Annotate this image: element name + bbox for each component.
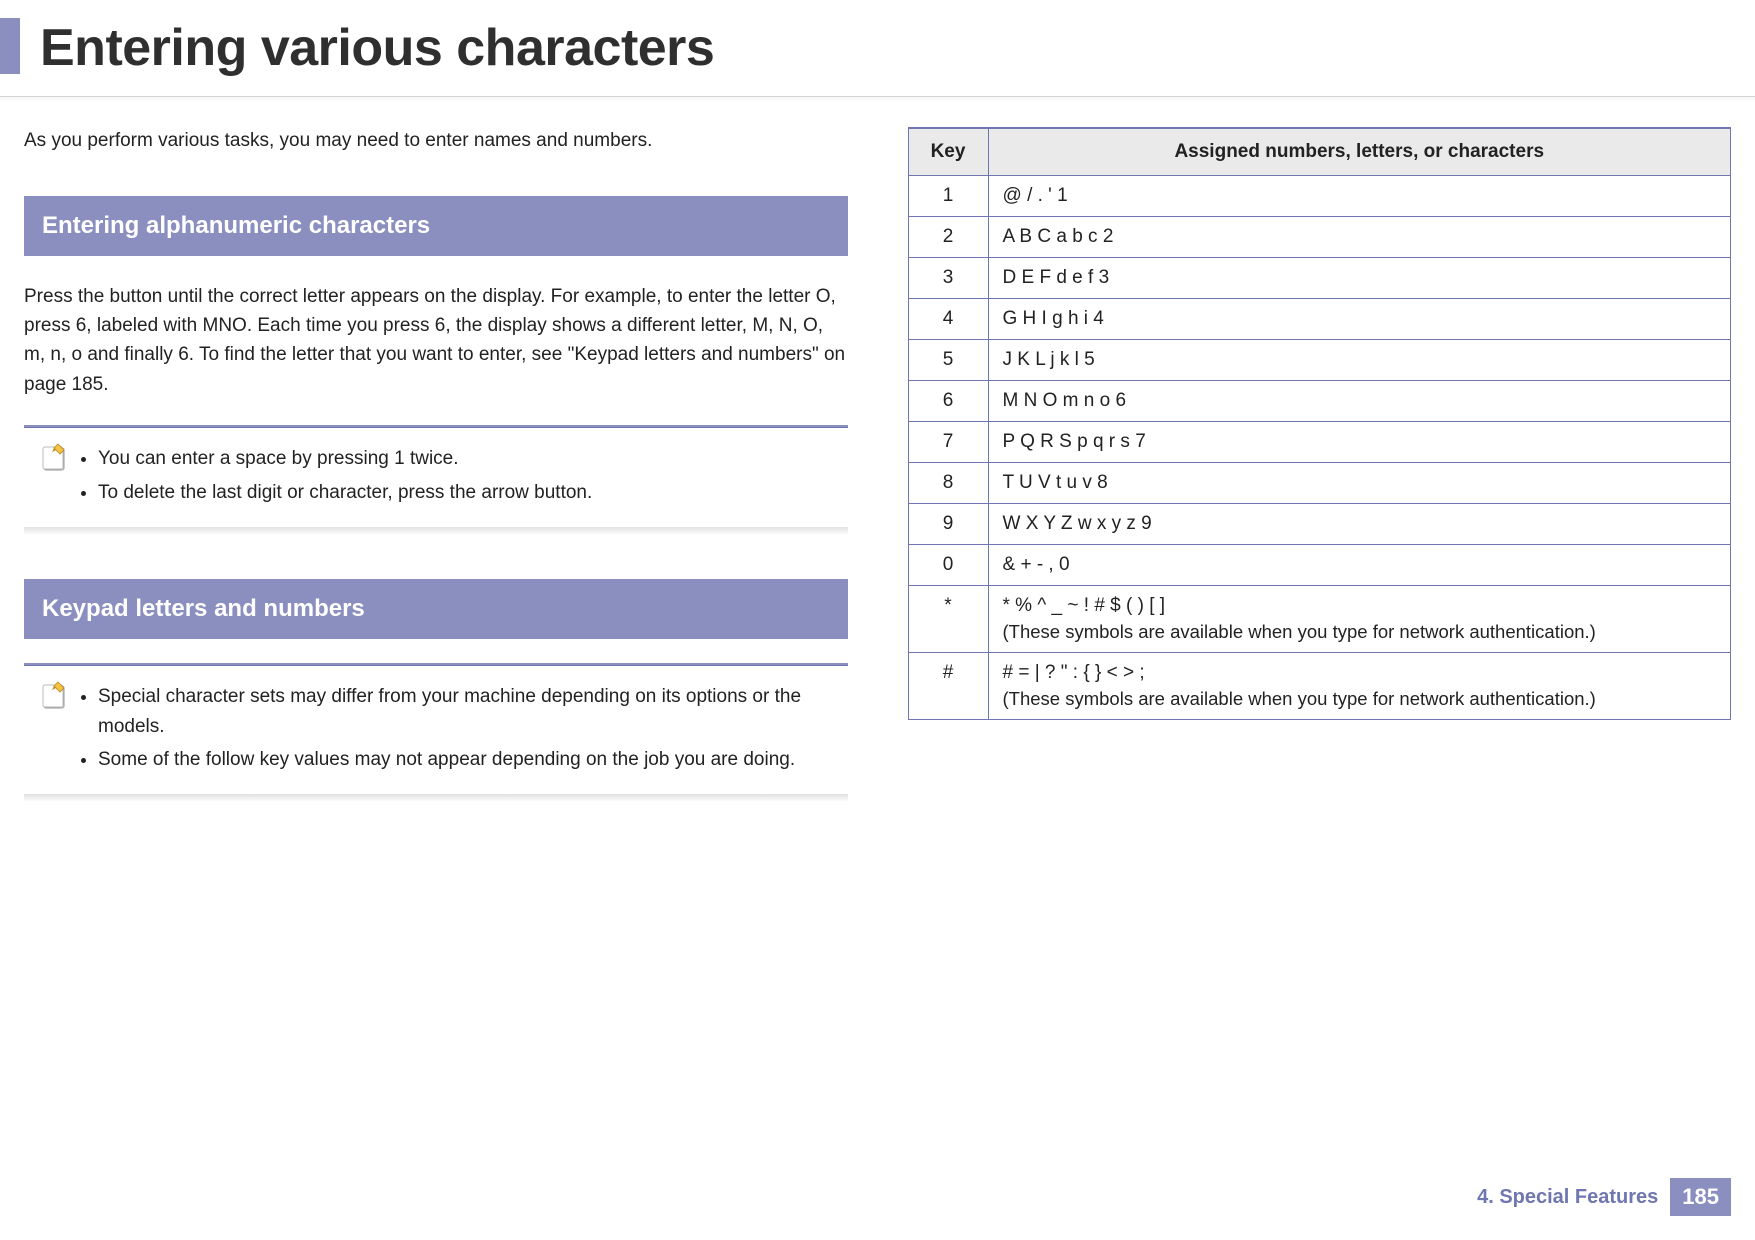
table-cell-chars: M N O m n o 6 <box>988 381 1731 422</box>
footer-chapter: 4. Special Features <box>1477 1186 1658 1209</box>
table-cell-chars-main: @ / . ' 1 <box>1003 185 1717 207</box>
note-2-list: Special character sets may differ from y… <box>88 682 830 774</box>
table-cell-chars: D E F d e f 3 <box>988 258 1731 299</box>
note-1-list: You can enter a space by pressing 1 twic… <box>88 444 830 507</box>
table-cell-chars: G H I g h i 4 <box>988 299 1731 340</box>
note-1-item: To delete the last digit or character, p… <box>98 478 830 507</box>
table-cell-chars: @ / . ' 1 <box>988 176 1731 217</box>
table-header-chars: Assigned numbers, letters, or characters <box>988 128 1731 176</box>
note-box-2: Special character sets may differ from y… <box>24 665 848 802</box>
table-cell-chars-main: M N O m n o 6 <box>1003 390 1717 412</box>
page-header: Entering various characters <box>0 0 1755 97</box>
section-heading-alphanumeric: Entering alphanumeric characters <box>24 196 848 256</box>
table-cell-chars-main: & + - , 0 <box>1003 554 1717 576</box>
table-cell-chars: A B C a b c 2 <box>988 217 1731 258</box>
table-cell-key: 2 <box>908 217 988 258</box>
table-cell-key: 6 <box>908 381 988 422</box>
right-column: Key Assigned numbers, letters, or charac… <box>908 127 1732 846</box>
table-row: 3 D E F d e f 3 <box>908 258 1731 299</box>
table-cell-chars: P Q R S p q r s 7 <box>988 422 1731 463</box>
note-box-1: You can enter a space by pressing 1 twic… <box>24 427 848 535</box>
table-row: 5 J K L j k l 5 <box>908 340 1731 381</box>
table-row: 9 W X Y Z w x y z 9 <box>908 504 1731 545</box>
table-row: 0 & + - , 0 <box>908 545 1731 586</box>
table-cell-key: 5 <box>908 340 988 381</box>
table-cell-key: # <box>908 653 988 720</box>
content-area: As you perform various tasks, you may ne… <box>0 97 1755 846</box>
table-cell-key: 4 <box>908 299 988 340</box>
table-cell-chars-main: A B C a b c 2 <box>1003 226 1717 248</box>
table-cell-key: 7 <box>908 422 988 463</box>
table-row: 2 A B C a b c 2 <box>908 217 1731 258</box>
page-title: Entering various characters <box>40 18 1755 78</box>
table-row: 1 @ / . ' 1 <box>908 176 1731 217</box>
header-accent-bar <box>0 18 20 74</box>
intro-text: As you perform various tasks, you may ne… <box>24 127 848 156</box>
footer-page-number: 185 <box>1670 1178 1731 1216</box>
table-row: * * % ^ _ ~ ! # $ ( ) [ ] (These symbols a… <box>908 586 1731 653</box>
note-icon <box>40 442 70 472</box>
table-row: 4 G H I g h i 4 <box>908 299 1731 340</box>
table-cell-chars: # = | ? " : { } < > ; (These symbols are … <box>988 653 1731 720</box>
table-cell-key: * <box>908 586 988 653</box>
section1-paragraph: Press the button until the correct lette… <box>24 282 848 400</box>
table-cell-key: 9 <box>908 504 988 545</box>
keypad-table: Key Assigned numbers, letters, or charac… <box>908 127 1732 720</box>
table-cell-chars-main: J K L j k l 5 <box>1003 349 1717 371</box>
table-header-row: Key Assigned numbers, letters, or charac… <box>908 128 1731 176</box>
table-cell-chars-main: G H I g h i 4 <box>1003 308 1717 330</box>
table-cell-chars-sub: (These symbols are available when you ty… <box>1003 688 1717 710</box>
table-header-key: Key <box>908 128 988 176</box>
table-cell-chars: & + - , 0 <box>988 545 1731 586</box>
table-cell-chars: * % ^ _ ~ ! # $ ( ) [ ] (These symbols ar… <box>988 586 1731 653</box>
table-cell-key: 8 <box>908 463 988 504</box>
left-column: As you perform various tasks, you may ne… <box>24 127 848 846</box>
table-cell-chars-main: P Q R S p q r s 7 <box>1003 431 1717 453</box>
table-cell-chars-main: D E F d e f 3 <box>1003 267 1717 289</box>
table-row: 8 T U V t u v 8 <box>908 463 1731 504</box>
page-footer: 4. Special Features 185 <box>1477 1178 1731 1216</box>
table-cell-chars: W X Y Z w x y z 9 <box>988 504 1731 545</box>
table-cell-chars-sub: (These symbols are available when you ty… <box>1003 621 1717 643</box>
table-cell-chars: J K L j k l 5 <box>988 340 1731 381</box>
note-icon <box>40 680 70 710</box>
section-heading-keypad: Keypad letters and numbers <box>24 579 848 639</box>
note-2-item: Some of the follow key values may not ap… <box>98 745 830 774</box>
table-cell-chars-main: T U V t u v 8 <box>1003 472 1717 494</box>
note-1-item: You can enter a space by pressing 1 twic… <box>98 444 830 473</box>
table-row: 6 M N O m n o 6 <box>908 381 1731 422</box>
table-cell-key: 1 <box>908 176 988 217</box>
table-cell-key: 3 <box>908 258 988 299</box>
table-cell-chars-main: * % ^ _ ~ ! # $ ( ) [ ] <box>1003 595 1717 617</box>
table-row: # # = | ? " : { } < > ; (These symbols are… <box>908 653 1731 720</box>
table-cell-chars-main: # = | ? " : { } < > ; <box>1003 662 1717 684</box>
note-2-item: Special character sets may differ from y… <box>98 682 830 741</box>
table-cell-key: 0 <box>908 545 988 586</box>
table-cell-chars-main: W X Y Z w x y z 9 <box>1003 513 1717 535</box>
table-cell-chars: T U V t u v 8 <box>988 463 1731 504</box>
table-row: 7 P Q R S p q r s 7 <box>908 422 1731 463</box>
